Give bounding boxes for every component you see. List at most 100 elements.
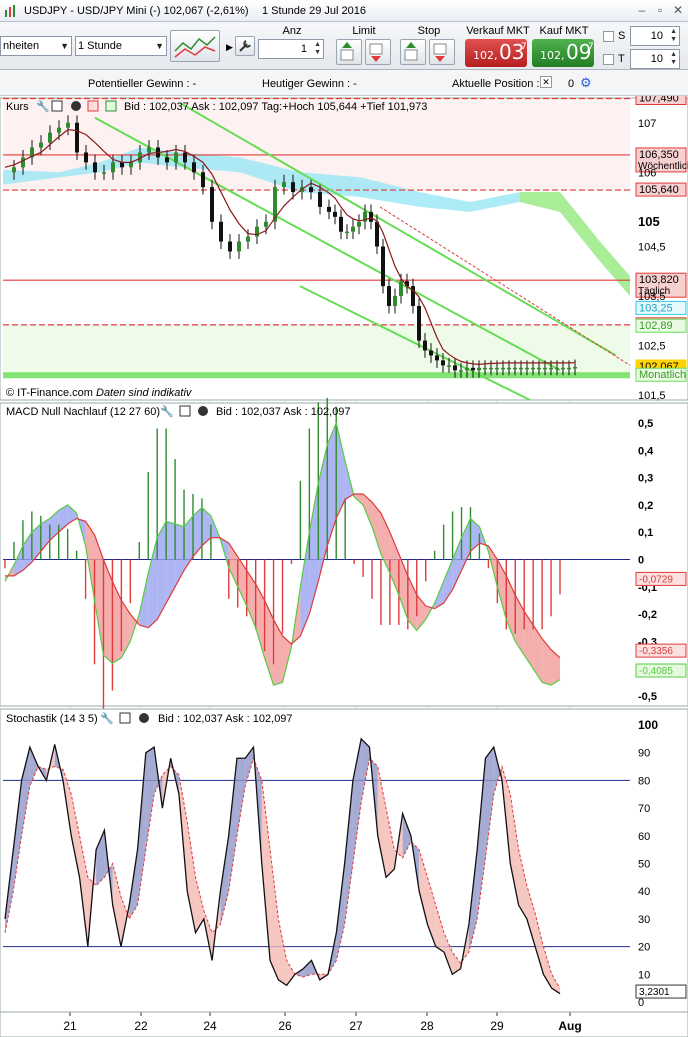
qty-label: Anz — [282, 25, 302, 37]
spinner-icon[interactable]: ▲ ▼ — [314, 41, 321, 57]
units-select[interactable]: nheiten ▼ — [0, 36, 72, 56]
stop-buy-button[interactable] — [400, 39, 426, 65]
settings-gear-icon[interactable]: ⚙ — [580, 75, 592, 91]
price-y-tick: 102,5 — [638, 341, 666, 353]
candle-body — [84, 152, 88, 163]
macd-y-tick: 0,1 — [638, 527, 653, 539]
candle-body — [327, 206, 331, 212]
maximize-icon[interactable]: ▫ — [652, 3, 668, 17]
candle-body — [282, 182, 286, 188]
stoch-y-tick: 10 — [638, 969, 650, 981]
s-input[interactable]: 10 ▲ ▼ — [630, 26, 680, 46]
candle-body — [147, 147, 151, 153]
x-axis-label: 28 — [420, 1019, 434, 1033]
stoch-panel-title: Stochastik (14 3 5) — [6, 713, 98, 725]
macd-value-label: -0,4085 — [639, 666, 673, 677]
x-axis-label: Aug — [558, 1019, 581, 1033]
wrench-icon[interactable] — [235, 36, 255, 56]
window-icon — [51, 100, 63, 112]
limit-sell-button[interactable] — [365, 39, 391, 65]
candle-body — [447, 365, 451, 367]
candle-body — [246, 236, 250, 242]
minimize-icon[interactable]: – — [634, 3, 650, 17]
candle-body — [165, 157, 169, 163]
candle-body — [543, 367, 547, 370]
x-axis-label: 29 — [490, 1019, 504, 1033]
stochastic-panel: 10090807060504030201003,2301Stochastik (… — [0, 708, 688, 1013]
price-level-label: 102,89 — [639, 320, 673, 332]
stoch-panel-header: Bid : 102,037 Ask : 102,097 — [158, 713, 293, 725]
stop-checkbox[interactable] — [603, 31, 614, 42]
close-icon — [198, 406, 208, 416]
stop-buy-icon — [404, 42, 418, 61]
stoch-y-tick: 90 — [638, 748, 650, 760]
target-checkbox[interactable] — [603, 54, 614, 65]
chart-type-button[interactable] — [170, 30, 220, 62]
sell-market-button[interactable]: 102, 03 7 — [465, 39, 527, 67]
window-title-bar: USDJPY - USD/JPY Mini (-) 102,067 (-2,61… — [0, 0, 688, 22]
stoch-y-tick: 60 — [638, 831, 650, 843]
price-level-label: 105,640 — [639, 184, 679, 196]
price-y-tick: 107 — [638, 118, 656, 130]
window-title: USDJPY - USD/JPY Mini (-) 102,067 (-2,61… — [24, 5, 249, 17]
candle-body — [471, 367, 475, 371]
interval-select[interactable]: 1 Stunde ▼ — [75, 36, 167, 56]
x-axis-label: 21 — [63, 1019, 77, 1033]
close-icon[interactable]: ✕ — [670, 3, 686, 17]
candle-body — [519, 367, 523, 370]
timeframe-date: 1 Stunde 29 Jul 2016 — [262, 5, 366, 17]
window-icon — [119, 712, 131, 724]
candle-body — [66, 122, 70, 128]
candle-body — [477, 367, 481, 371]
price-panel-title: Kurs — [6, 101, 29, 113]
buy-market-button[interactable]: 102, 09 7 — [532, 39, 594, 67]
sell-price-fraction: 7 — [521, 42, 527, 52]
macd-y-tick: 0,2 — [638, 500, 653, 512]
wrench-icon: 🔧 — [36, 99, 50, 113]
candle-body — [351, 226, 355, 232]
chart-copyright: © IT-Finance.com — [6, 387, 93, 399]
today-profit: Heutiger Gewinn : - — [262, 78, 357, 90]
candle-body — [228, 241, 232, 252]
candle-body — [111, 162, 115, 173]
candle-body — [459, 370, 463, 372]
buy-price-fraction: 7 — [588, 42, 594, 52]
limit-buy-button[interactable] — [336, 39, 362, 65]
candle-body — [12, 167, 16, 173]
stop-sell-button[interactable] — [429, 39, 455, 65]
candle-body — [309, 187, 313, 193]
candle-body — [495, 367, 499, 370]
spinner-icon[interactable]: ▲ ▼ — [670, 51, 677, 67]
candle-body — [393, 296, 397, 306]
position-extra: 0 — [568, 78, 575, 90]
stoch-y-tick: 0 — [638, 997, 644, 1009]
macd-y-tick: 0,3 — [638, 473, 653, 485]
close-position-icon[interactable]: ✕ — [540, 76, 552, 88]
candle-body — [345, 231, 349, 234]
position-status-bar: Potentieller Gewinn : - Heutiger Gewinn … — [0, 70, 688, 96]
macd-y-tick: -0,2 — [638, 609, 657, 621]
price-level-label: Monatlich — [639, 369, 686, 381]
candle-body — [102, 172, 106, 174]
qty-input[interactable]: 1 ▲ ▼ — [258, 39, 324, 59]
stoch-value-label: 3,2301 — [639, 987, 670, 998]
price-y-tick: 103,5 — [638, 291, 666, 303]
macd-value-label: -0,3356 — [639, 646, 673, 657]
price-panel-header: Bid : 102,037 Ask : 102,097 Tag:+Hoch 10… — [124, 101, 427, 113]
candle-body — [201, 172, 205, 188]
macd-value-label: -0,0729 — [639, 574, 673, 585]
candle-body — [219, 221, 223, 242]
candle-body — [573, 366, 577, 369]
t-input[interactable]: 10 ▲ ▼ — [630, 49, 680, 69]
chevron-down-icon: ▼ — [155, 41, 164, 51]
candle-body — [435, 355, 439, 361]
candle-body — [561, 367, 565, 370]
macd-panel-header: Bid : 102,037 Ask : 102,097 — [216, 406, 351, 418]
wrench-icon: 🔧 — [160, 404, 174, 418]
price-y-tick: 101,5 — [638, 390, 666, 402]
stoch-y-tick: 30 — [638, 914, 650, 926]
limit-buy-icon — [340, 42, 354, 61]
chart-app-icon — [5, 5, 15, 17]
sell-price-prefix: 102, — [473, 49, 498, 62]
spinner-icon[interactable]: ▲ ▼ — [670, 28, 677, 44]
